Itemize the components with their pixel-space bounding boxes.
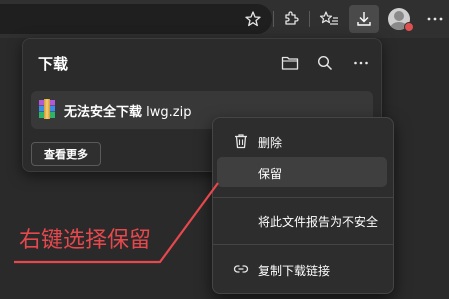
panel-title: 下载 <box>38 55 69 73</box>
download-filename: lwg.zip <box>146 105 192 120</box>
trash-icon <box>233 133 249 149</box>
profile-status-dot <box>404 22 414 32</box>
winrar-archive-icon <box>38 99 56 119</box>
browser-window: 下载 无法安全下载 lwg.zip 查看更多 删除 保留 将此文件报告为不安全 … <box>0 0 449 299</box>
menu-item-label: 复制下载链接 <box>258 264 331 278</box>
address-bar[interactable] <box>0 4 272 34</box>
download-item-title: 无法安全下载 lwg.zip <box>64 101 191 120</box>
menu-item-report-unsafe[interactable]: 将此文件报告为不安全 <box>217 205 387 235</box>
downloads-icon[interactable] <box>349 5 379 33</box>
search-icon[interactable] <box>313 51 337 75</box>
menu-separator <box>213 197 393 198</box>
extensions-icon[interactable] <box>279 7 303 31</box>
menu-item-delete[interactable]: 删除 <box>217 126 387 156</box>
menu-item-keep[interactable]: 保留 <box>217 157 387 187</box>
more-options-icon[interactable] <box>423 7 447 31</box>
annotation-text: 右键选择保留 <box>19 228 152 253</box>
toolbar-separator <box>273 11 274 27</box>
menu-item-label: 将此文件报告为不安全 <box>258 215 379 229</box>
menu-item-copy-link[interactable]: 复制下载链接 <box>217 254 387 284</box>
open-folder-icon[interactable] <box>278 51 302 75</box>
link-icon <box>233 261 249 277</box>
browser-toolbar <box>0 0 449 38</box>
menu-item-label: 删除 <box>258 136 283 150</box>
menu-item-label: 保留 <box>258 167 283 181</box>
toolbar-separator <box>309 11 310 27</box>
download-status: 无法安全下载 <box>64 105 143 120</box>
context-menu: 删除 保留 将此文件报告为不安全 复制下载链接 <box>212 117 394 294</box>
see-more-button[interactable]: 查看更多 <box>31 142 101 166</box>
favorite-star-icon[interactable] <box>241 7 265 31</box>
more-options-icon[interactable] <box>349 51 373 75</box>
favorites-list-icon[interactable] <box>317 7 341 31</box>
menu-separator <box>213 244 393 245</box>
